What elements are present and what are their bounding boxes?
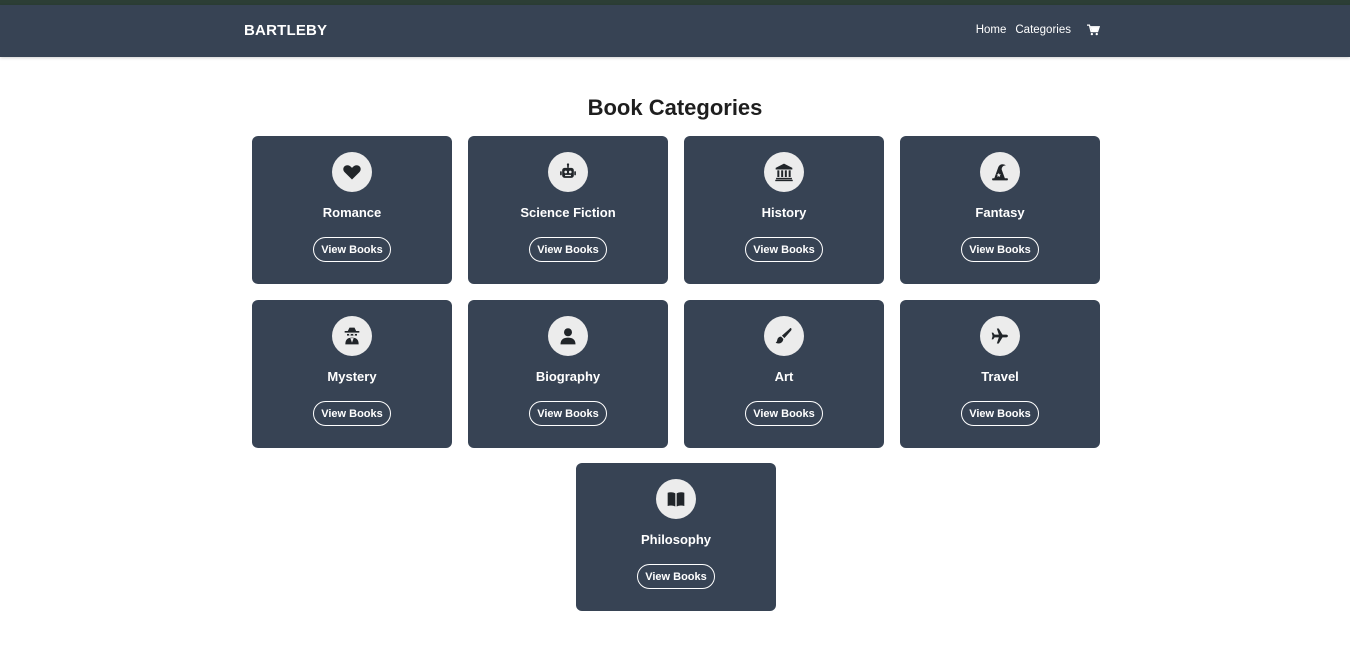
category-icon-wrap <box>764 316 804 356</box>
nav-links: Home Categories <box>976 24 1100 36</box>
view-books-button[interactable]: View Books <box>637 564 715 589</box>
nav-categories-link[interactable]: Categories <box>1015 24 1071 36</box>
category-icon-wrap <box>332 316 372 356</box>
category-card-travel: Travel View Books <box>900 300 1100 448</box>
view-books-button[interactable]: View Books <box>529 237 607 262</box>
category-icon-wrap <box>764 152 804 192</box>
brand-logo[interactable]: BARTLEBY <box>244 22 327 39</box>
category-title: Art <box>774 369 794 384</box>
navbar: BARTLEBY Home Categories <box>0 5 1350 57</box>
landmark-icon <box>775 163 793 182</box>
wizard-hat-icon <box>992 164 1008 181</box>
view-books-button[interactable]: View Books <box>745 401 823 426</box>
view-books-button[interactable]: View Books <box>529 401 607 426</box>
category-card-biography: Biography View Books <box>468 300 668 448</box>
category-icon-wrap <box>332 152 372 192</box>
category-card-science-fiction: Science Fiction View Books <box>468 136 668 284</box>
view-books-button[interactable]: View Books <box>961 237 1039 262</box>
robot-icon <box>560 163 576 178</box>
plane-icon <box>991 328 1008 344</box>
category-card-art: Art View Books <box>684 300 884 448</box>
category-card-mystery: Mystery View Books <box>252 300 452 448</box>
category-title: Biography <box>535 369 601 384</box>
cart-icon[interactable] <box>1087 24 1100 36</box>
category-title: Science Fiction <box>520 205 616 220</box>
category-title: Fantasy <box>975 205 1025 220</box>
view-books-button[interactable]: View Books <box>313 401 391 426</box>
category-title: Romance <box>322 205 382 220</box>
view-books-button[interactable]: View Books <box>745 237 823 262</box>
heart-icon <box>343 165 361 180</box>
category-icon-wrap <box>980 152 1020 192</box>
detective-icon <box>344 327 360 345</box>
category-card-fantasy: Fantasy View Books <box>900 136 1100 284</box>
view-books-button[interactable]: View Books <box>313 237 391 262</box>
category-icon-wrap <box>548 152 588 192</box>
category-title: Philosophy <box>640 532 712 547</box>
view-books-button[interactable]: View Books <box>961 401 1039 426</box>
nav-home-link[interactable]: Home <box>976 24 1007 36</box>
user-icon <box>560 328 576 345</box>
category-icon-wrap <box>656 479 696 519</box>
category-title: History <box>761 205 807 220</box>
category-title: Mystery <box>327 369 377 384</box>
paintbrush-icon <box>775 327 792 344</box>
category-icon-wrap <box>980 316 1020 356</box>
page-title: Book Categories <box>587 95 763 120</box>
category-icon-wrap <box>548 316 588 356</box>
category-card-romance: Romance View Books <box>252 136 452 284</box>
category-card-history: History View Books <box>684 136 884 284</box>
category-card-philosophy: Philosophy View Books <box>576 463 776 611</box>
book-open-icon <box>667 492 685 507</box>
category-title: Travel <box>981 369 1019 384</box>
